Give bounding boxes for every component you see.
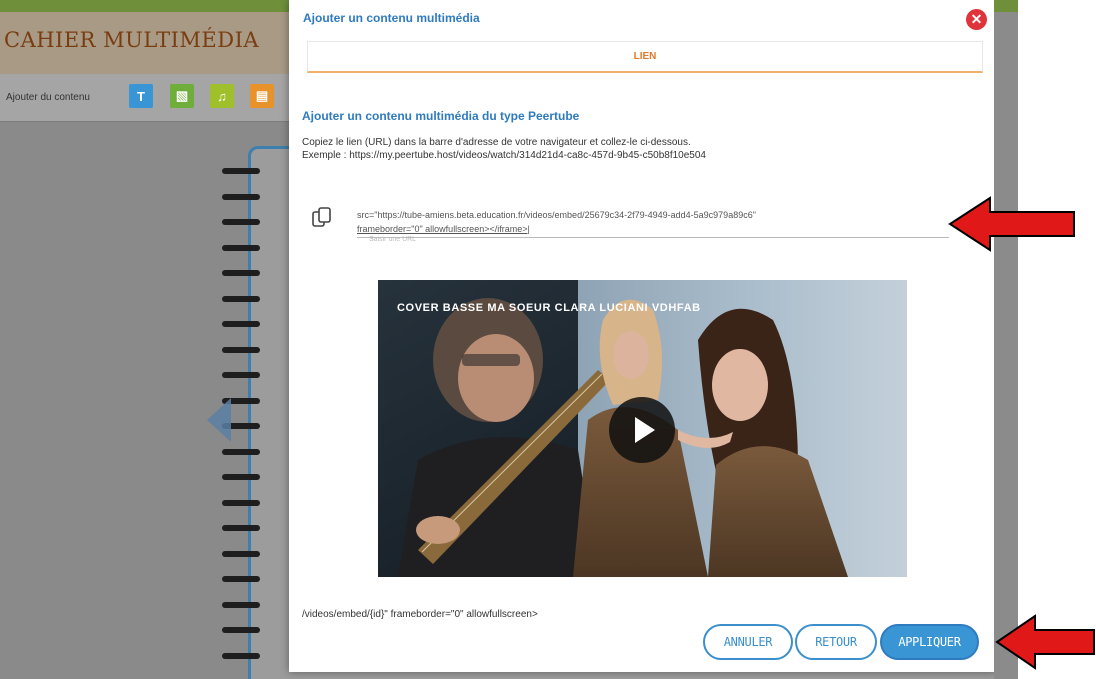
url-value-line-2: frameborder="0" allowfullscreen></iframe…	[357, 224, 530, 234]
spiral-ring	[222, 652, 262, 659]
url-input-hint: Saisir une URL	[369, 236, 417, 243]
previous-page-arrow-icon[interactable]	[207, 398, 231, 442]
spiral-ring	[222, 474, 262, 480]
spiral-ring	[222, 346, 262, 353]
spiral-ring	[222, 550, 262, 557]
instruction-line-2: Exemple : https://my.peertube.host/video…	[302, 150, 706, 161]
instruction-line-1: Copiez le lien (URL) dans la barre d'adr…	[302, 137, 691, 148]
dialog-title: Ajouter un contenu multimédia	[303, 11, 480, 25]
background-right-top-bar	[994, 0, 1018, 12]
spiral-ring-shape	[222, 244, 260, 251]
section-heading: Ajouter un contenu multimédia du type Pe…	[302, 109, 580, 123]
document-tool-button[interactable]: ▤	[250, 84, 274, 108]
spiral-ring-shape	[222, 193, 260, 200]
spiral-ring	[222, 270, 262, 276]
app-title: CAHIER MULTIMÉDIA	[4, 28, 260, 52]
spiral-ring	[222, 601, 262, 608]
spiral-ring-shape	[222, 627, 260, 633]
play-button[interactable]	[609, 397, 675, 463]
instructions: Copiez le lien (URL) dans la barre d'adr…	[302, 136, 706, 162]
spiral-ring-shape	[222, 168, 260, 174]
play-icon	[635, 417, 655, 443]
spiral-ring-shape	[222, 652, 260, 659]
spiral-ring-shape	[222, 576, 260, 582]
apply-button[interactable]: APPLIQUER	[880, 624, 979, 660]
spiral-ring	[222, 321, 262, 327]
annotation-arrow-apply-icon	[995, 614, 1095, 670]
text-tool-button[interactable]: T	[129, 84, 153, 108]
spiral-ring	[222, 193, 262, 200]
audio-tool-button[interactable]: ♫	[210, 84, 234, 108]
music-icon: ♫	[217, 88, 227, 104]
embed-code-text: /videos/embed/{id}" frameborder="0" allo…	[302, 609, 538, 620]
background-right-edge	[994, 0, 1018, 679]
spiral-ring	[222, 627, 262, 633]
tab-bar: LIEN	[307, 41, 983, 73]
add-content-label: Ajouter du contenu	[6, 92, 90, 103]
spiral-ring	[222, 168, 262, 174]
annotation-arrow-url-icon	[948, 196, 1075, 252]
spiral-ring	[222, 448, 262, 455]
spiral-ring	[222, 499, 262, 506]
spiral-ring-shape	[222, 474, 260, 480]
spiral-ring	[222, 295, 262, 302]
copy-icon[interactable]	[310, 205, 334, 229]
spiral-ring	[222, 219, 262, 225]
spiral-ring-shape	[222, 550, 260, 557]
tab-lien[interactable]: LIEN	[308, 42, 982, 71]
url-value-line-1: src="https://tube-amiens.beta.education.…	[357, 210, 756, 220]
video-preview[interactable]: COVER BASSE MA SOEUR CLARA LUCIANI VDHFA…	[378, 280, 907, 577]
image-tool-button[interactable]: ▧	[170, 84, 194, 108]
spiral-ring-shape	[222, 499, 260, 506]
url-input[interactable]: src="https://tube-amiens.beta.education.…	[357, 204, 949, 238]
cancel-button[interactable]: ANNULER	[703, 624, 793, 660]
back-button[interactable]: RETOUR	[795, 624, 877, 660]
image-icon: ▧	[175, 88, 189, 103]
spiral-ring-shape	[222, 525, 260, 531]
spiral-ring-shape	[222, 601, 260, 608]
spiral-ring-shape	[222, 372, 260, 378]
spiral-ring-shape	[222, 448, 260, 455]
spiral-ring-shape	[222, 295, 260, 302]
spiral-ring	[222, 576, 262, 582]
spiral-ring-shape	[222, 346, 260, 353]
spiral-ring-shape	[222, 321, 260, 327]
spiral-ring	[222, 244, 262, 251]
close-icon[interactable]: ✕	[966, 9, 987, 30]
video-title: COVER BASSE MA SOEUR CLARA LUCIANI VDHFA…	[397, 302, 701, 314]
spiral-ring-shape	[222, 219, 260, 225]
spiral-ring	[222, 525, 262, 531]
document-icon: ▤	[255, 88, 269, 103]
text-icon: T	[137, 88, 145, 104]
add-multimedia-dialog: Ajouter un contenu multimédia ✕ LIEN Ajo…	[289, 0, 997, 672]
spiral-ring-shape	[222, 270, 260, 276]
spiral-ring	[222, 372, 262, 378]
